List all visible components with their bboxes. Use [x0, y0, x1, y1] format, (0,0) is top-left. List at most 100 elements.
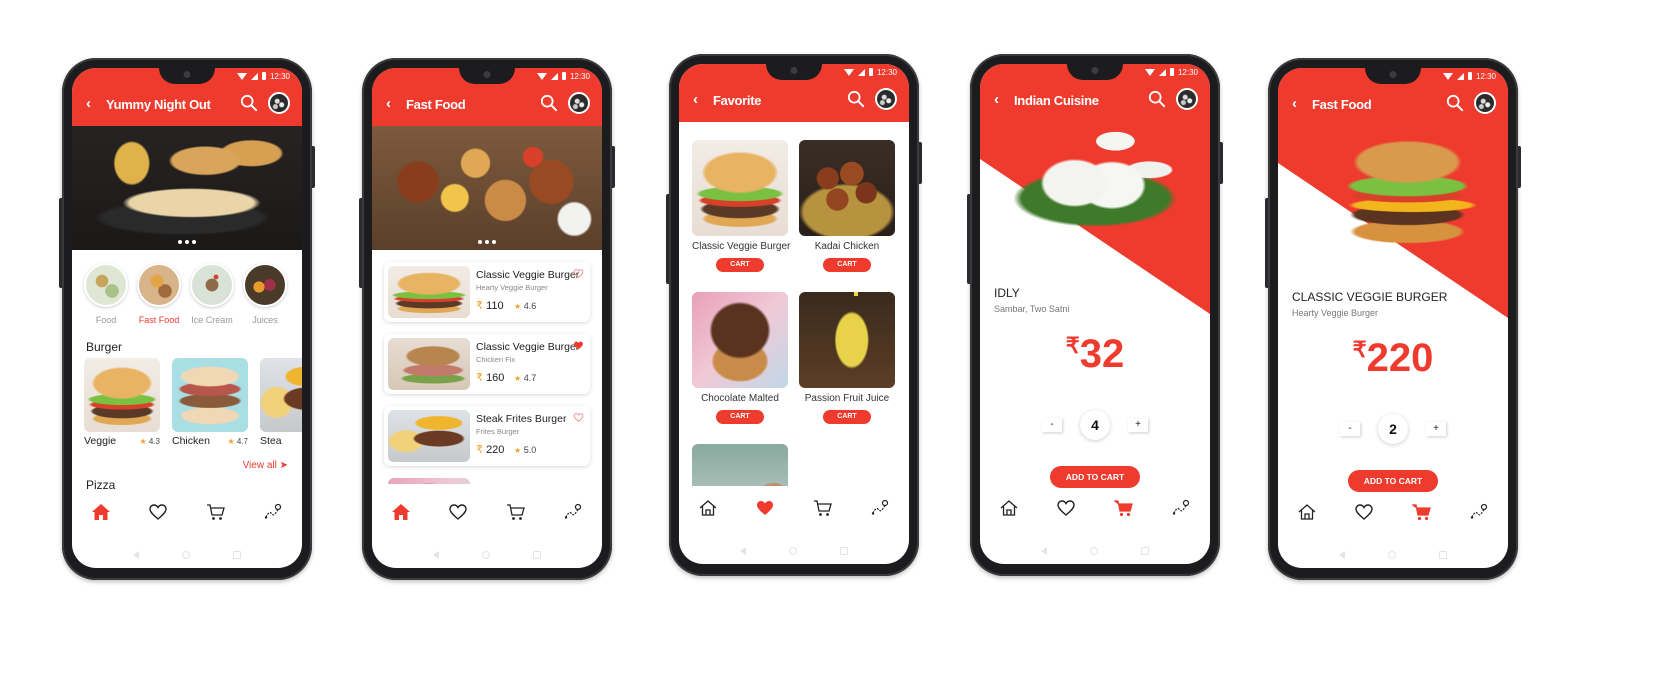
android-back-icon[interactable]	[740, 547, 747, 555]
search-icon[interactable]	[1446, 94, 1464, 112]
android-home-icon[interactable]	[788, 547, 797, 555]
android-back-icon[interactable]	[1339, 551, 1346, 559]
route-icon[interactable]	[263, 502, 283, 522]
home-icon[interactable]	[91, 502, 111, 522]
android-recents-icon[interactable]	[532, 551, 541, 559]
cart-filled-icon[interactable]	[1114, 498, 1134, 518]
back-button[interactable]: ‹	[1292, 96, 1297, 112]
search-icon[interactable]	[240, 94, 258, 112]
item-price: 110	[486, 300, 504, 312]
carousel-dots[interactable]	[478, 240, 496, 244]
android-recents-icon[interactable]	[1438, 551, 1447, 559]
heart-icon[interactable]	[573, 268, 584, 279]
view-all-link[interactable]: View all ➤	[243, 460, 288, 471]
carousel-dots[interactable]	[178, 240, 196, 244]
item-image	[388, 410, 470, 462]
screen: 12:30 ‹ Favorite Classic Veggie Burger C…	[679, 64, 909, 564]
cart-filled-icon[interactable]	[1412, 502, 1432, 522]
cart-icon[interactable]	[813, 498, 833, 518]
route-icon[interactable]	[1469, 502, 1489, 522]
android-recents-icon[interactable]	[839, 547, 848, 555]
list-item[interactable]: Classic Veggie Burger Hearty Veggie Burg…	[384, 262, 590, 322]
android-home-icon[interactable]	[1387, 551, 1396, 559]
home-icon[interactable]	[999, 498, 1019, 518]
wifi-icon	[843, 68, 854, 76]
android-home-icon[interactable]	[1089, 547, 1098, 555]
heart-filled-icon[interactable]	[573, 340, 584, 351]
decrement-button[interactable]: -	[1042, 418, 1062, 432]
item-name: Kadai Chicken	[814, 241, 880, 252]
category-fast-food[interactable]: Fast Food	[137, 263, 181, 325]
cart-button[interactable]: CART	[823, 410, 871, 424]
favorite-card-partial[interactable]	[692, 444, 788, 486]
burger-name: Veggie	[84, 435, 117, 447]
increment-button[interactable]: +	[1128, 418, 1148, 432]
favorite-card[interactable]: Chocolate Malted CART	[692, 292, 788, 424]
route-icon[interactable]	[870, 498, 890, 518]
back-button[interactable]: ‹	[693, 92, 698, 108]
hero-banner-image[interactable]	[372, 126, 602, 250]
home-icon[interactable]	[1297, 502, 1317, 522]
category-juices[interactable]: Juices	[243, 263, 287, 325]
cart-button[interactable]: CART	[716, 410, 764, 424]
screen: 12:30 ‹ Fast Food CLASSIC VEGGIE BURGER …	[1278, 68, 1508, 568]
avatar[interactable]	[1176, 88, 1198, 110]
camera-notch	[1365, 68, 1421, 84]
favorite-card[interactable]: Passion Fruit Juice CART	[799, 292, 895, 424]
android-back-icon[interactable]	[1041, 547, 1048, 555]
favorite-card[interactable]: Classic Veggie Burger CART	[692, 140, 790, 272]
cart-icon[interactable]	[506, 502, 526, 522]
category-ice-cream[interactable]: Ice Cream	[190, 263, 234, 325]
avatar[interactable]	[268, 92, 290, 114]
list-item[interactable]: Steak Frites Burger Frites Burger ₹ 220 …	[384, 406, 590, 466]
heart-icon[interactable]	[1056, 498, 1076, 518]
category-label: Ice Cream	[191, 315, 233, 325]
burger-card-steak[interactable]: Stea	[260, 358, 302, 447]
phone-indian-cuisine-detail: 12:30 ‹ Indian Cuisine IDLY Sambar, Two …	[967, 54, 1223, 576]
avatar[interactable]	[568, 92, 590, 114]
category-label: Juices	[252, 315, 278, 325]
android-back-icon[interactable]	[433, 551, 440, 559]
cart-button[interactable]: CART	[823, 258, 871, 272]
burger-card-chicken[interactable]: Chicken ★ 4.7	[172, 358, 248, 447]
category-image	[243, 263, 287, 307]
back-button[interactable]: ‹	[386, 96, 391, 112]
android-recents-icon[interactable]	[1140, 547, 1149, 555]
category-food[interactable]: Food	[84, 263, 128, 325]
camera-notch	[766, 64, 822, 80]
avatar[interactable]	[875, 88, 897, 110]
heart-icon[interactable]	[148, 502, 168, 522]
add-to-cart-button[interactable]: ADD TO CART	[1050, 466, 1140, 488]
idly-dish-image	[1010, 128, 1180, 238]
add-to-cart-button[interactable]: ADD TO CART	[1348, 470, 1438, 492]
burger-card-veggie[interactable]: Veggie ★ 4.3	[84, 358, 160, 447]
heart-icon[interactable]	[1354, 502, 1374, 522]
android-recents-icon[interactable]	[232, 551, 241, 559]
home-icon[interactable]	[391, 502, 411, 522]
cart-button[interactable]: CART	[716, 258, 764, 272]
increment-button[interactable]: +	[1426, 422, 1446, 436]
search-icon[interactable]	[847, 90, 865, 108]
route-icon[interactable]	[563, 502, 583, 522]
home-icon[interactable]	[698, 498, 718, 518]
hero-banner-image[interactable]	[72, 126, 302, 250]
screen: 12:30 ‹ Yummy Night Out Food Fast Food I…	[72, 68, 302, 568]
avatar[interactable]	[1474, 92, 1496, 114]
back-button[interactable]: ‹	[994, 92, 999, 108]
heart-icon[interactable]	[448, 502, 468, 522]
decrement-button[interactable]: -	[1340, 422, 1360, 436]
route-icon[interactable]	[1171, 498, 1191, 518]
list-item[interactable]: Classic Veggie Burger Chicken Fix ₹ 160 …	[384, 334, 590, 394]
android-home-icon[interactable]	[181, 551, 190, 559]
android-back-icon[interactable]	[133, 551, 140, 559]
back-button[interactable]: ‹	[86, 96, 91, 112]
heart-filled-icon[interactable]	[755, 498, 775, 518]
heart-icon[interactable]	[573, 412, 584, 423]
camera-notch	[459, 68, 515, 84]
search-icon[interactable]	[1148, 90, 1166, 108]
list-item-partial[interactable]	[384, 478, 590, 484]
android-home-icon[interactable]	[481, 551, 490, 559]
cart-icon[interactable]	[206, 502, 226, 522]
search-icon[interactable]	[540, 94, 558, 112]
favorite-card[interactable]: Kadai Chicken CART	[799, 140, 895, 272]
